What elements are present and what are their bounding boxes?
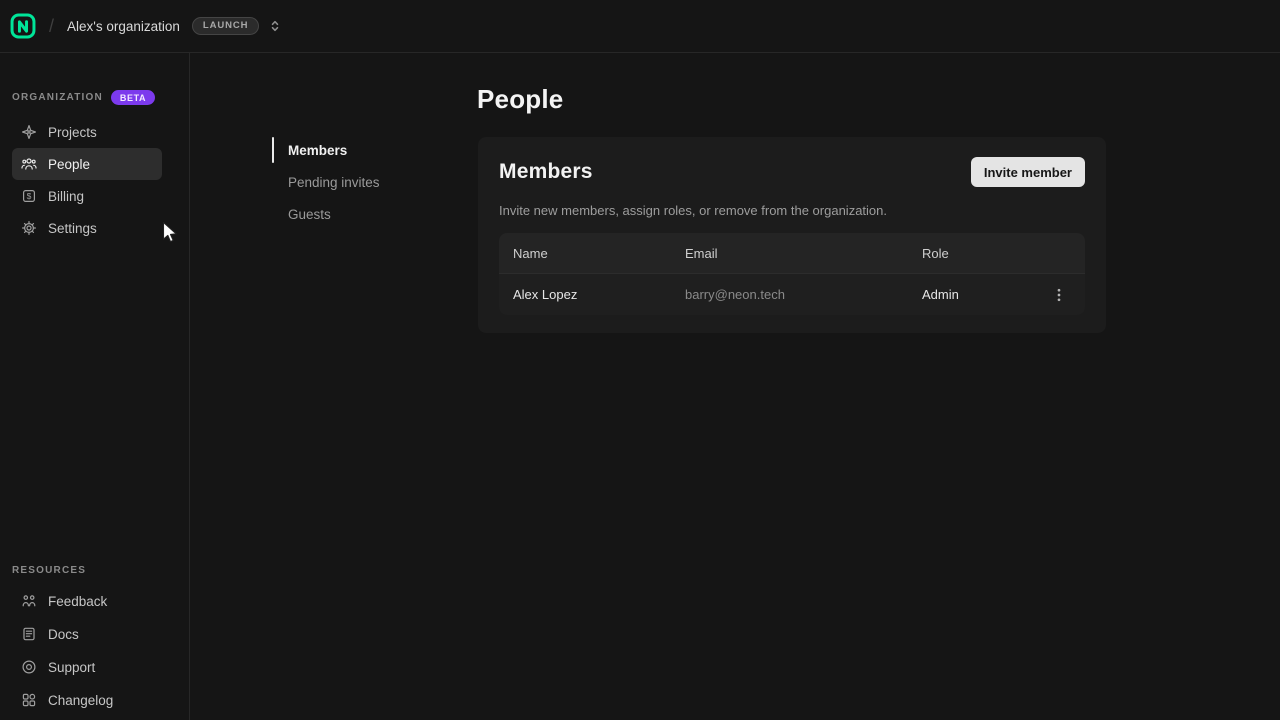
organization-section-label: ORGANIZATION	[12, 92, 103, 103]
member-name: Alex Lopez	[513, 287, 685, 302]
billing-icon: $	[21, 188, 37, 204]
column-header-role: Role	[922, 246, 1047, 261]
resources-section-header: RESOURCES	[12, 565, 86, 576]
sidebar-item-projects[interactable]: Projects	[12, 116, 162, 148]
sidebar: ORGANIZATION BETA Projects	[0, 53, 190, 720]
tab-guests[interactable]: Guests	[272, 198, 442, 230]
docs-icon	[21, 626, 37, 642]
resources-nav-list: Feedback Docs Support	[12, 585, 162, 716]
settings-icon	[21, 220, 37, 236]
sidebar-item-label: Changelog	[48, 693, 113, 708]
changelog-icon	[21, 692, 37, 708]
sidebar-item-people[interactable]: People	[12, 148, 162, 180]
chevron-updown-icon	[268, 19, 282, 33]
sidebar-item-label: Billing	[48, 189, 84, 204]
page-title: People	[477, 84, 563, 115]
sidebar-item-support[interactable]: Support	[12, 651, 162, 683]
projects-icon	[21, 124, 37, 140]
members-card-description: Invite new members, assign roles, or rem…	[499, 203, 1085, 218]
sidebar-item-label: Settings	[48, 221, 97, 236]
beta-badge: BETA	[111, 90, 155, 105]
tab-members[interactable]: Members	[272, 134, 442, 166]
member-role: Admin	[922, 287, 1047, 302]
members-table: Name Email Role Alex Lopez barry@neon.te…	[499, 233, 1085, 315]
invite-member-button[interactable]: Invite member	[971, 157, 1085, 187]
plan-badge: LAUNCH	[192, 17, 260, 35]
svg-text:$: $	[27, 191, 32, 201]
member-email: barry@neon.tech	[685, 287, 922, 302]
column-header-email: Email	[685, 246, 922, 261]
sidebar-item-label: Support	[48, 660, 95, 675]
tab-pending-invites[interactable]: Pending invites	[272, 166, 442, 198]
people-subnav: Members Pending invites Guests	[272, 134, 442, 230]
sidebar-item-settings[interactable]: Settings	[12, 212, 162, 244]
people-icon	[21, 156, 37, 172]
sidebar-item-label: Docs	[48, 627, 79, 642]
organization-section-header: ORGANIZATION BETA	[12, 90, 155, 105]
members-card: Members Invite member Invite new members…	[478, 137, 1106, 333]
resources-section-label: RESOURCES	[12, 565, 86, 576]
sidebar-item-label: Projects	[48, 125, 97, 140]
members-card-title: Members	[499, 160, 593, 184]
org-nav-list: Projects People $	[12, 116, 162, 244]
support-icon	[21, 659, 37, 675]
members-table-header: Name Email Role	[499, 233, 1085, 273]
sidebar-item-feedback[interactable]: Feedback	[12, 585, 162, 617]
org-switcher[interactable]: Alex's organization LAUNCH	[67, 17, 282, 35]
feedback-icon	[21, 593, 37, 609]
topbar: / Alex's organization LAUNCH	[0, 0, 1280, 53]
sidebar-item-docs[interactable]: Docs	[12, 618, 162, 650]
sidebar-item-label: Feedback	[48, 594, 107, 609]
sidebar-item-billing[interactable]: $ Billing	[12, 180, 162, 212]
breadcrumb-separator: /	[49, 16, 54, 37]
row-actions-kebab-icon[interactable]	[1047, 283, 1071, 307]
table-row: Alex Lopez barry@neon.tech Admin	[499, 273, 1085, 315]
sidebar-item-changelog[interactable]: Changelog	[12, 684, 162, 716]
members-card-header: Members Invite member	[499, 157, 1085, 187]
org-name: Alex's organization	[67, 19, 180, 34]
column-header-name: Name	[513, 246, 685, 261]
neon-logo-icon[interactable]	[10, 13, 36, 39]
sidebar-item-label: People	[48, 157, 90, 172]
